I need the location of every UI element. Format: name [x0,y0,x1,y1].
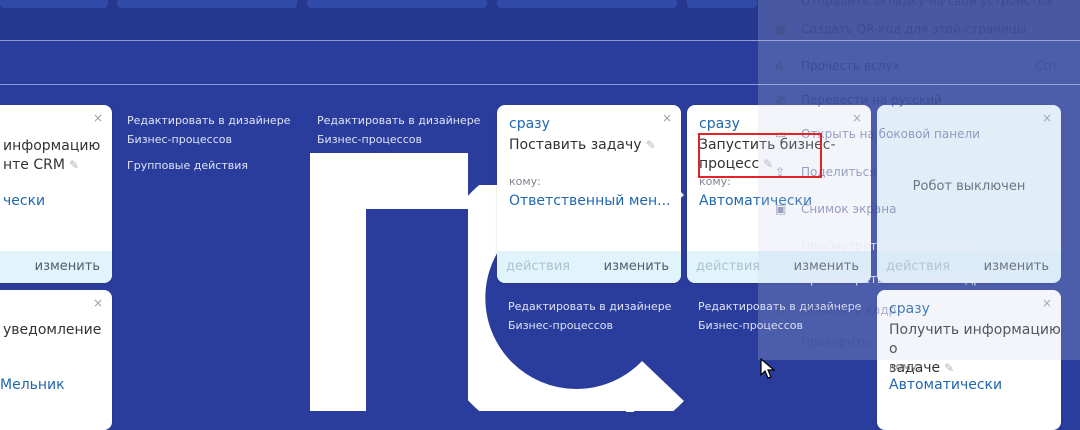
edit-button[interactable]: изменить [604,259,669,274]
actions-link[interactable]: действия [506,259,570,274]
top-tab[interactable] [117,0,297,8]
edit-button[interactable]: изменить [35,259,100,274]
recipient-label: кому: [889,360,921,373]
menu-item-refresh-frame[interactable]: ↻ Обновить кадр [775,303,896,317]
robot-card[interactable]: × информацию нте CRM ✎ чески изменить [0,105,112,283]
read-aloud-icon: A [775,59,784,73]
robot-title: Поставить задачу ✎ [509,137,656,153]
robot-title: информацию нте CRM ✎ [3,138,101,173]
menu-item-view-source[interactable]: Просмотреть исходный код [775,239,977,253]
translate-icon: あ [775,93,788,107]
top-tab[interactable] [687,0,757,8]
card-footer: действия изменить [497,251,681,283]
send-icon: ⎋ [775,0,785,8]
recipient-label: кому: [509,175,541,188]
top-tab[interactable] [0,0,108,8]
pencil-icon[interactable]: ✎ [646,138,656,152]
close-icon[interactable]: × [93,296,103,310]
menu-item-screenshot[interactable]: ▣ Снимок экрана [775,202,896,216]
close-icon[interactable]: × [93,111,103,125]
screenshot-icon: ▣ [775,202,787,216]
pencil-icon[interactable]: ✎ [69,158,79,172]
robot-assignee[interactable]: Автоматически [889,377,1002,393]
robot-title: уведомление [3,322,102,338]
pencil-icon[interactable]: ✎ [944,361,954,375]
highlight-box [698,133,822,178]
robot-assignee[interactable]: Мельник [0,377,65,393]
actions-link[interactable]: действия [696,259,760,274]
designer-link[interactable]: Редактировать в дизайнере Бизнес-процессо… [127,111,290,149]
mouse-cursor-icon [760,358,776,379]
top-tab[interactable] [497,0,677,8]
group-actions-link[interactable]: Групповые действия [127,156,248,175]
designer-link[interactable]: Редактировать в дизайнере Бизнес-процессо… [508,297,671,335]
close-icon[interactable]: × [662,111,672,125]
menu-item-view-frame-source[interactable]: Просмотреть источник кадра [775,272,988,286]
refresh-icon: ↻ [775,303,786,317]
robot-condition[interactable]: сразу [699,116,740,132]
robot-assignee[interactable]: чески [3,193,45,209]
robot-condition[interactable]: сразу [509,116,550,132]
qr-icon: ▦ [775,22,787,36]
inspect-icon: ⌕ [775,335,782,349]
menu-item-read-aloud[interactable]: A Прочесть вслух Ctrl [775,59,1056,73]
card-footer: изменить [0,251,112,283]
robot-card[interactable]: × уведомление Мельник [0,290,112,430]
designer-link[interactable]: Редактировать в дизайнере Бизнес-процессо… [317,111,480,149]
menu-item-send-tab[interactable]: ⎋ Отправить вкладку на свои устройства [775,0,1052,9]
menu-item-translate[interactable]: あ Перевести на русский [775,91,942,108]
menu-item-inspect[interactable]: ⌕ Проверить [775,335,869,350]
robot-assignee[interactable]: Ответственный мен... [509,193,671,209]
robot-card[interactable]: × сразу Поставить задачу ✎ кому: Ответств… [497,105,681,283]
top-tab[interactable] [307,0,487,8]
background-letter-g [310,153,475,411]
menu-item-qr-code[interactable]: ▦ Создать QR-код для этой страницы [775,22,1026,36]
